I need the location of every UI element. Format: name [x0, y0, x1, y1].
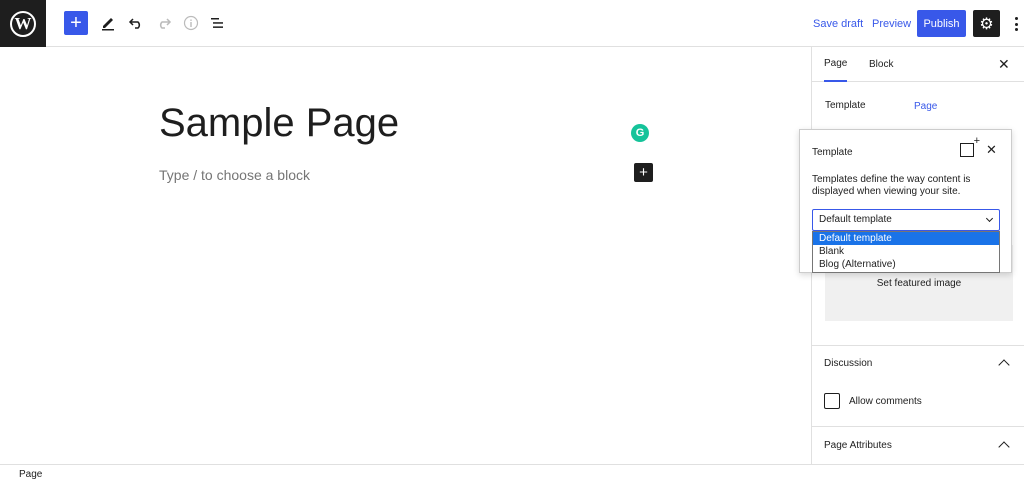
close-icon[interactable]: ✕: [986, 142, 997, 158]
chevron-up-icon[interactable]: [998, 441, 1010, 453]
preview-button[interactable]: Preview: [872, 0, 911, 47]
more-options-icon[interactable]: [1010, 14, 1022, 34]
redo-icon[interactable]: [152, 11, 176, 35]
save-draft-button[interactable]: Save draft: [813, 0, 863, 47]
tab-block[interactable]: Block: [869, 47, 893, 82]
inline-add-block-button[interactable]: +: [634, 163, 653, 182]
info-icon[interactable]: [179, 11, 203, 35]
status-bar: Page: [0, 464, 1024, 485]
page-attributes-title[interactable]: Page Attributes: [824, 440, 892, 451]
template-value-link[interactable]: Page: [914, 101, 937, 112]
discussion-panel: Discussion Allow comments: [812, 345, 1024, 426]
option-blog-alternative[interactable]: Blog (Alternative): [813, 258, 999, 271]
breadcrumb[interactable]: Page: [19, 469, 42, 480]
pencil-icon[interactable]: [96, 11, 120, 35]
block-placeholder[interactable]: Type / to choose a block: [159, 167, 310, 183]
settings-button[interactable]: ⚙: [973, 10, 1000, 37]
popover-title: Template: [812, 147, 853, 158]
popover-description: Templates define the way content is disp…: [812, 174, 971, 197]
wordpress-logo-icon: W: [10, 10, 36, 37]
wordpress-logo[interactable]: W: [0, 0, 46, 47]
page-attributes-panel: Page Attributes: [812, 426, 1024, 464]
chevron-down-icon: [985, 214, 994, 223]
add-block-button[interactable]: +: [64, 11, 88, 35]
template-select-value: Default template: [819, 214, 892, 225]
list-view-icon[interactable]: [205, 11, 229, 35]
gear-icon: ⚙: [979, 15, 994, 33]
tab-page[interactable]: Page: [824, 47, 848, 82]
grammarly-icon[interactable]: G: [631, 124, 649, 142]
template-select[interactable]: Default template: [812, 209, 1000, 231]
page-title[interactable]: Sample Page: [159, 101, 399, 146]
chevron-up-icon[interactable]: [998, 359, 1010, 371]
allow-comments-checkbox[interactable]: [824, 393, 840, 409]
sidebar-tabs: Page Block ✕: [812, 47, 1024, 82]
template-label: Template: [825, 100, 866, 111]
undo-icon[interactable]: [124, 11, 148, 35]
editor-canvas: Sample Page Type / to choose a block G +: [0, 47, 811, 464]
publish-button[interactable]: Publish: [917, 10, 966, 37]
allow-comments-label: Allow comments: [849, 396, 922, 407]
top-toolbar: W + Save draft Preview Publish ⚙: [0, 0, 1024, 47]
option-default-template[interactable]: Default template: [813, 232, 999, 245]
add-template-icon[interactable]: [960, 135, 980, 157]
close-icon[interactable]: ✕: [998, 56, 1010, 73]
option-blank[interactable]: Blank: [813, 245, 999, 258]
template-dropdown: Default template Blank Blog (Alternative…: [812, 231, 1000, 273]
discussion-title[interactable]: Discussion: [824, 358, 872, 369]
